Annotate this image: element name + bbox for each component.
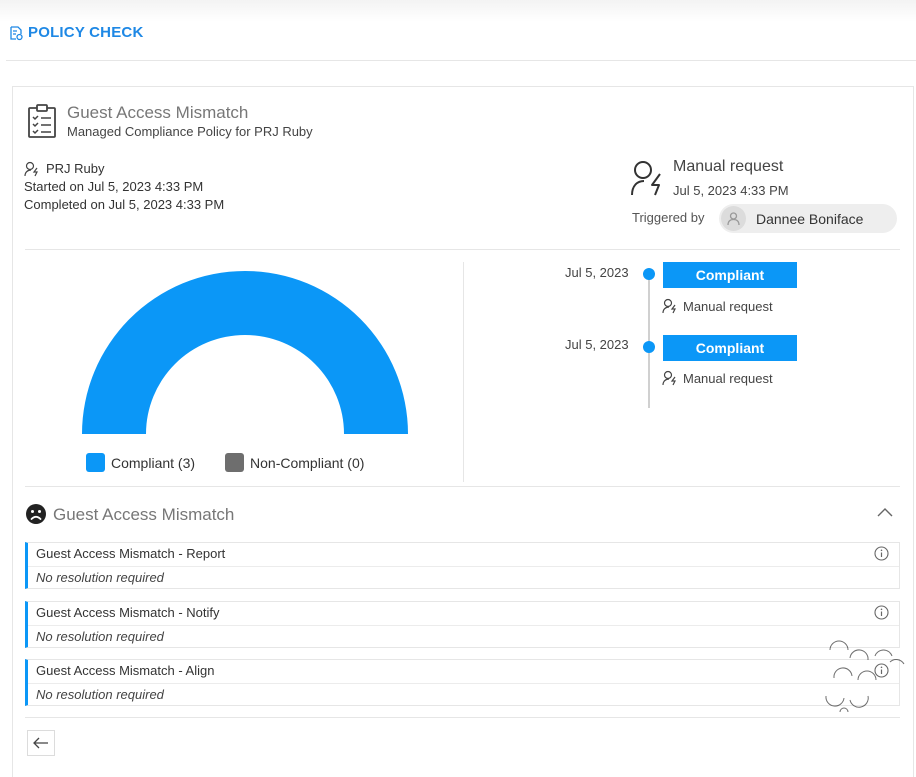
request-type: Manual request xyxy=(673,158,784,175)
manual-request-icon xyxy=(631,161,661,196)
timeline-dot xyxy=(643,341,655,353)
legend-label-compliant: Compliant (3) xyxy=(111,454,196,471)
legend-item-compliant[interactable]: Compliant (3) xyxy=(86,453,195,472)
user-name: Dannee Boniface xyxy=(756,210,864,227)
user-bolt-icon xyxy=(662,370,676,386)
triggered-by-label: Triggered by xyxy=(632,210,705,225)
user-avatar-icon xyxy=(727,212,740,226)
timeline-dot xyxy=(643,268,655,280)
user-bolt-icon xyxy=(662,298,676,314)
legend-item-non-compliant[interactable]: Non-Compliant (0) xyxy=(225,453,364,472)
timeline-source: Manual request xyxy=(662,370,773,386)
compliance-gauge-chart xyxy=(82,271,408,434)
clipboard-checklist-icon xyxy=(28,104,56,138)
status-badge[interactable]: Compliant xyxy=(663,262,797,288)
timeline-source: Manual request xyxy=(662,298,773,314)
legend-swatch-compliant xyxy=(86,453,105,472)
page-title: POLICY CHECK xyxy=(8,24,143,41)
user-chip[interactable]: Dannee Boniface xyxy=(719,204,897,233)
resolution-item[interactable]: Guest Access Mismatch - Notify No resolu… xyxy=(25,601,900,648)
page-title-text: POLICY CHECK xyxy=(28,24,144,41)
resolution-item[interactable]: Guest Access Mismatch - Report No resolu… xyxy=(25,542,900,589)
request-date: Jul 5, 2023 4:33 PM xyxy=(673,183,789,198)
resolution-title: Guest Access Mismatch - Notify xyxy=(36,605,220,620)
project-row: PRJ Ruby xyxy=(24,160,224,178)
arrow-left-icon xyxy=(33,737,48,749)
resolution-note: No resolution required xyxy=(36,629,164,644)
section-title: Guest Access Mismatch xyxy=(53,505,235,524)
avatar xyxy=(721,206,746,231)
legend-label-non-compliant: Non-Compliant (0) xyxy=(250,454,365,471)
policy-name: Guest Access Mismatch xyxy=(67,103,249,122)
resolution-title: Guest Access Mismatch - Align xyxy=(36,663,215,678)
resolution-divider xyxy=(28,683,899,684)
resolution-title: Guest Access Mismatch - Report xyxy=(36,546,226,561)
chevron-up-icon[interactable] xyxy=(876,505,894,519)
sad-face-icon xyxy=(26,504,46,524)
user-bolt-icon xyxy=(24,161,38,177)
timeline-source-label: Manual request xyxy=(683,370,773,386)
back-button[interactable] xyxy=(27,730,55,756)
resolution-item[interactable]: Guest Access Mismatch - Align No resolut… xyxy=(25,659,900,706)
project-name: PRJ Ruby xyxy=(46,161,105,176)
policy-description: Managed Compliance Policy for PRJ Ruby xyxy=(67,124,313,139)
chart-legend: Compliant (3) Non-Compliant (0) xyxy=(86,453,394,472)
vertical-divider xyxy=(463,262,464,482)
divider xyxy=(25,249,900,250)
info-icon[interactable] xyxy=(874,605,889,620)
divider xyxy=(25,717,900,718)
info-icon[interactable] xyxy=(874,546,889,561)
timeline-date: Jul 5, 2023 xyxy=(565,265,629,280)
resolution-note: No resolution required xyxy=(36,570,164,585)
status-badge[interactable]: Compliant xyxy=(663,335,797,361)
run-details: PRJ Ruby Started on Jul 5, 2023 4:33 PM … xyxy=(24,160,224,214)
timeline-source-label: Manual request xyxy=(683,298,773,314)
resolution-divider xyxy=(28,625,899,626)
header-divider xyxy=(6,60,916,61)
resolution-note: No resolution required xyxy=(36,687,164,702)
divider xyxy=(25,486,900,487)
completed-time: Completed on Jul 5, 2023 4:33 PM xyxy=(24,197,225,212)
resolution-divider xyxy=(28,566,899,567)
policy-check-icon xyxy=(10,25,23,40)
timeline-date: Jul 5, 2023 xyxy=(565,337,629,352)
gauge-segment-compliant[interactable] xyxy=(82,271,408,434)
started-time: Started on Jul 5, 2023 4:33 PM xyxy=(24,179,204,194)
legend-swatch-non-compliant xyxy=(225,453,245,472)
loading-spinner-icon xyxy=(825,640,905,713)
